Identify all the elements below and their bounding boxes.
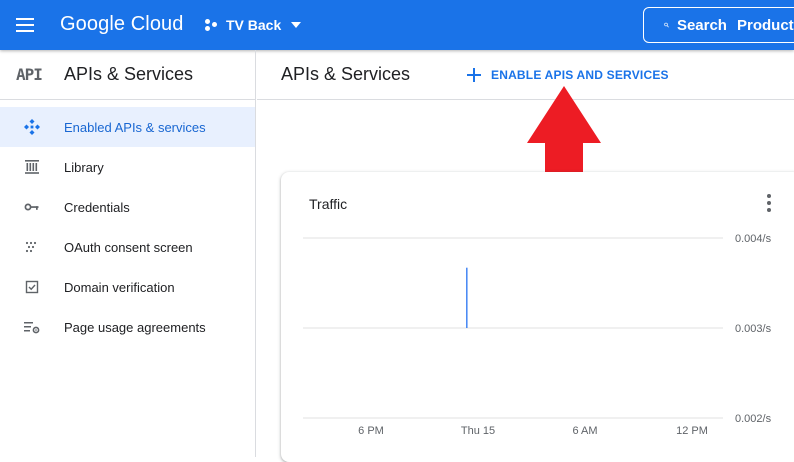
x-tick-label: Thu 15 [461, 425, 495, 437]
search-placeholder: Products [736, 16, 794, 34]
enabled-apis-icon [22, 117, 42, 137]
chevron-down-icon [291, 22, 302, 28]
sidebar-title: APIs & Services [64, 64, 194, 84]
sidebar-item-library[interactable]: Library [0, 147, 255, 187]
y-tick-label: 0.004/s [735, 233, 772, 245]
key-icon [22, 197, 42, 217]
sidebar-item-label: Domain verification [64, 279, 175, 295]
y-tick-label: 0.003/s [735, 323, 772, 335]
settings-list-icon [22, 317, 42, 337]
project-dots-icon [204, 17, 220, 33]
enable-apis-button[interactable]: ENABLE APIS AND SERVICES [467, 62, 669, 88]
library-icon [22, 157, 42, 177]
hamburger-menu-icon[interactable] [14, 13, 38, 37]
sidebar-nav: Enabled APIs & services Library Credenti… [0, 107, 255, 347]
y-tick-label: 0.002/s [735, 413, 772, 425]
page-title: APIs & Services [281, 64, 411, 84]
x-tick-label: 6 PM [358, 425, 384, 437]
project-name: TV Back [226, 17, 282, 33]
sidebar-item-oauth-consent[interactable]: OAuth consent screen [0, 227, 255, 267]
traffic-chart: 0.004/s 0.003/s 0.002/s 6 PM Thu 15 6 AM 12 PM [303, 233, 772, 437]
sidebar-item-label: Page usage agreements [64, 319, 206, 335]
enable-apis-label: ENABLE APIS AND SERVICES [491, 68, 669, 82]
sidebar-item-page-usage[interactable]: Page usage agreements [0, 307, 255, 347]
sidebar-item-enabled-apis[interactable]: Enabled APIs & services [0, 107, 255, 147]
oauth-dots-icon [22, 237, 42, 257]
search-label: Search [676, 16, 727, 34]
sidebar-header: API APIs & Services [0, 50, 255, 100]
top-app-bar: Google Cloud TV Back Search Products [0, 0, 794, 50]
search-bar[interactable]: Search Products [643, 7, 794, 43]
api-logo: API [16, 65, 43, 84]
sidebar-item-label: Credentials [64, 199, 130, 215]
sidebar-item-label: Enabled APIs & services [64, 119, 206, 135]
search-icon [664, 22, 669, 28]
checkbox-icon [22, 277, 42, 297]
plus-icon [467, 68, 481, 82]
x-tick-label: 6 AM [572, 425, 597, 437]
x-tick-label: 12 PM [676, 425, 708, 437]
sidebar-item-domain-verification[interactable]: Domain verification [0, 267, 255, 307]
main-header: APIs & Services ENABLE APIS AND SERVICES [257, 50, 794, 100]
sidebar-item-label: Library [64, 159, 104, 175]
sidebar-item-label: OAuth consent screen [64, 239, 193, 255]
sidebar-item-credentials[interactable]: Credentials [0, 187, 255, 227]
google-cloud-logo[interactable]: Google Cloud [60, 13, 184, 36]
project-picker[interactable]: TV Back [198, 9, 307, 41]
sidebar: API APIs & Services Enabled APIs & servi… [0, 50, 256, 457]
